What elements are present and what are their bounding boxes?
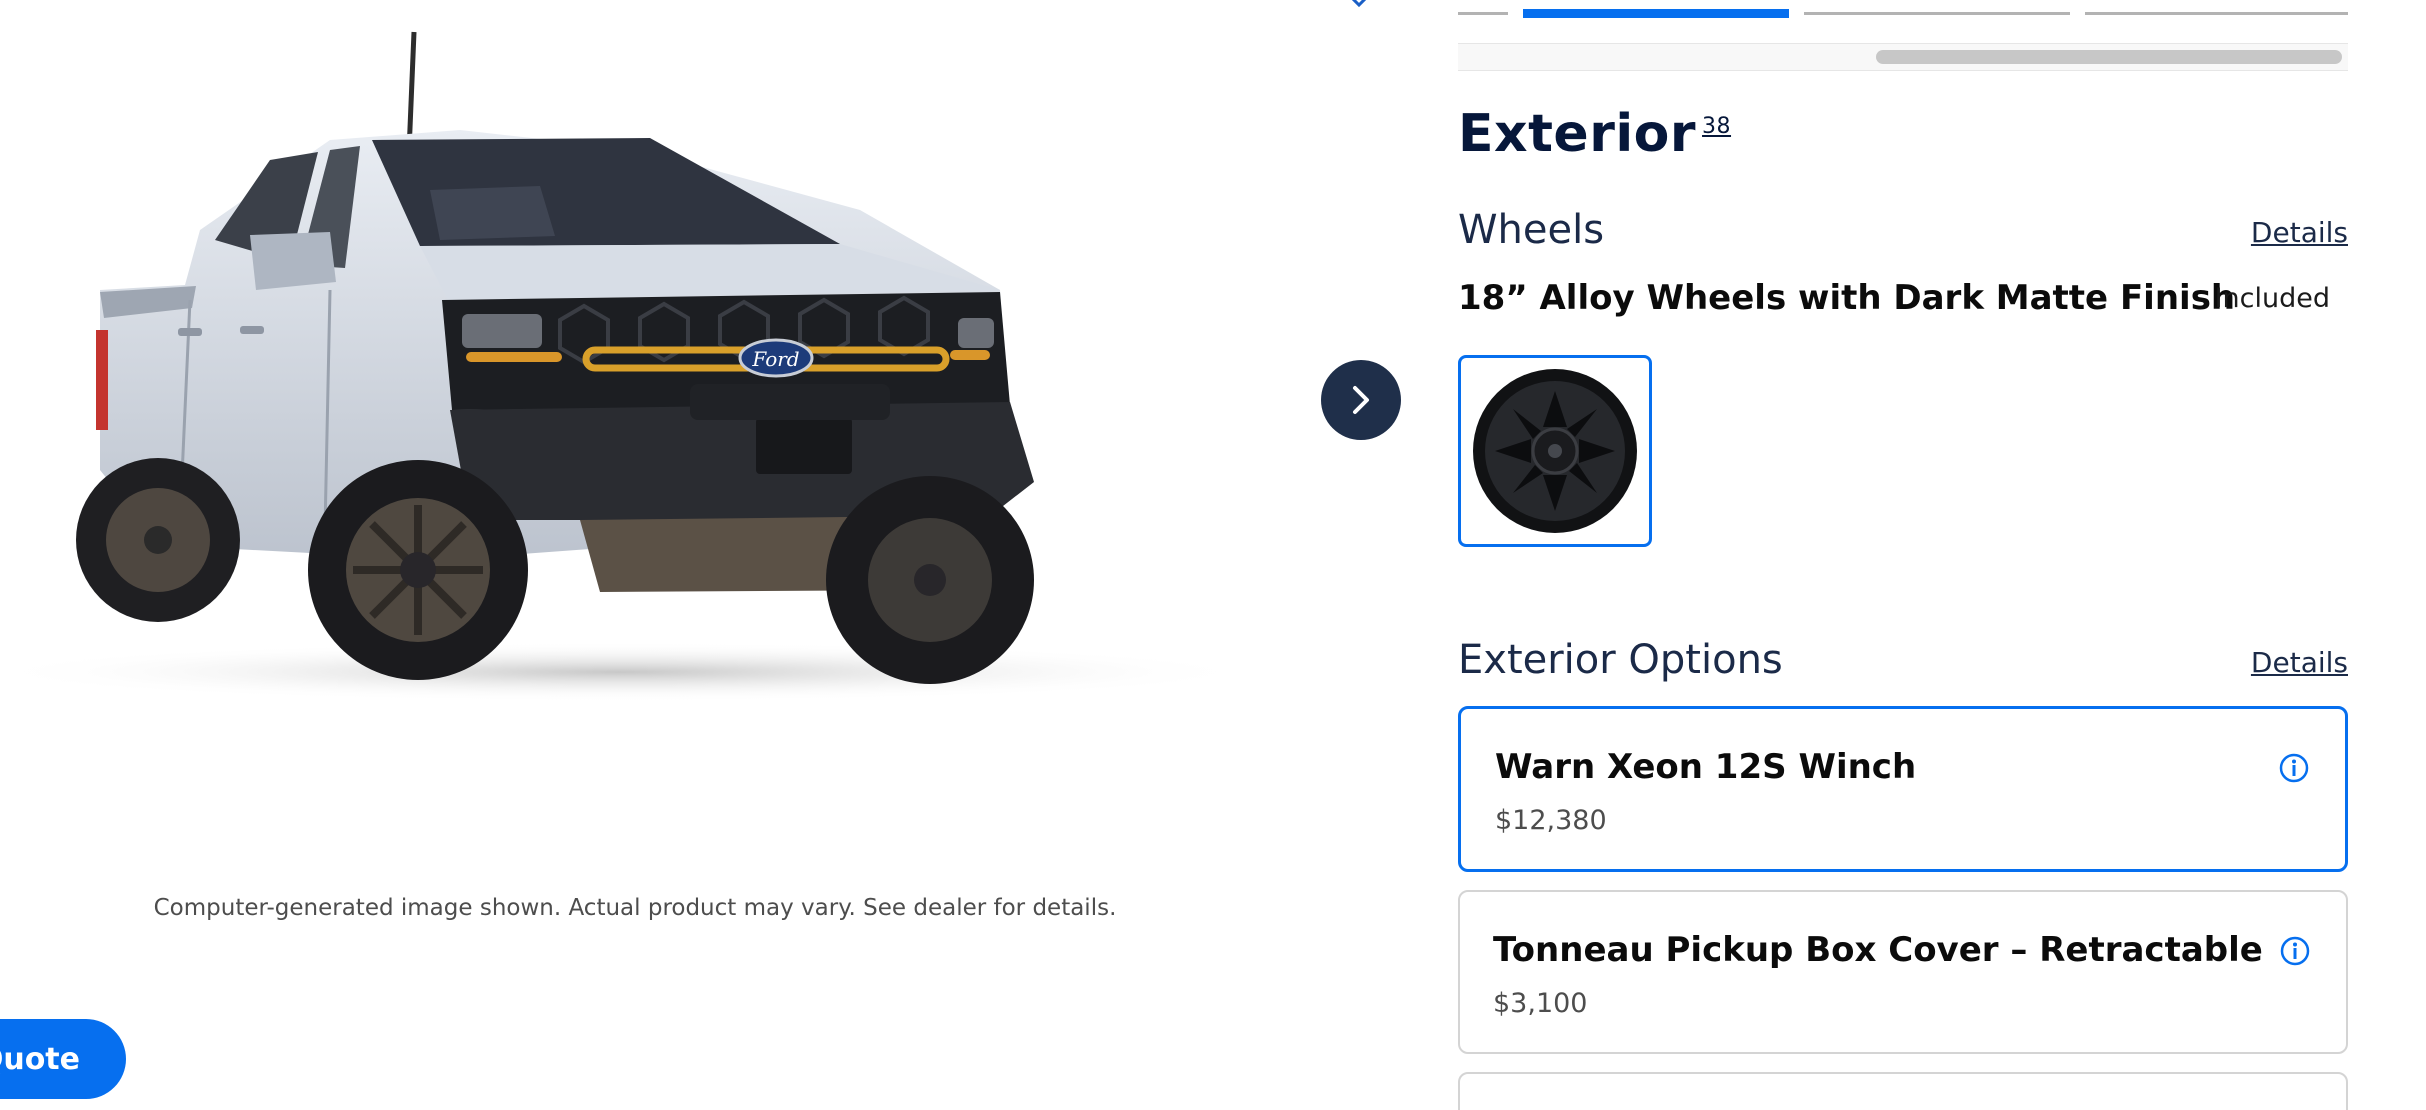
exterior-options-details-link[interactable]: Details — [2251, 646, 2348, 679]
wheel-swatch[interactable] — [1458, 355, 1652, 547]
step-tab[interactable] — [1458, 12, 1508, 15]
wheel-status: Included — [2214, 283, 2330, 314]
info-icon[interactable] — [2279, 753, 2309, 783]
quote-button[interactable]: Quote — [0, 1019, 126, 1099]
option-price: $3,100 — [1493, 988, 1588, 1019]
chevron-right-icon — [1353, 386, 1369, 414]
option-price: $12,380 — [1495, 805, 1607, 836]
option-card-partial[interactable] — [1458, 1072, 2348, 1110]
option-name: Tonneau Pickup Box Cover – Retractable — [1493, 930, 2263, 970]
option-card-tonneau[interactable]: Tonneau Pickup Box Cover – Retractable $… — [1458, 890, 2348, 1054]
chevron-down-icon[interactable] — [1348, 0, 1370, 10]
wheels-details-link[interactable]: Details — [2251, 216, 2348, 249]
image-disclaimer: Computer-generated image shown. Actual p… — [153, 895, 1117, 921]
vehicle-image: Ford — [0, 0, 1320, 720]
step-tab[interactable] — [2085, 12, 2348, 15]
scrollbar-thumb[interactable] — [1876, 50, 2342, 64]
next-image-button[interactable] — [1321, 360, 1401, 440]
wheel-icon — [1473, 369, 1637, 533]
ford-badge-text: Ford — [751, 347, 799, 371]
section-title-text: Exterior — [1458, 104, 1697, 164]
section-title: Exterior 38 — [1458, 104, 1731, 164]
section-count-link[interactable]: 38 — [1702, 114, 1731, 139]
wheels-heading: Wheels — [1458, 207, 1605, 253]
exterior-options-heading: Exterior Options — [1458, 637, 1783, 683]
info-icon[interactable] — [2280, 936, 2310, 966]
vehicle-preview-pane: Ford Computer-generated image shown. Act… — [0, 0, 1420, 1110]
step-tabs — [1458, 0, 2348, 24]
option-card-winch[interactable]: Warn Xeon 12S Winch $12,380 — [1458, 706, 2348, 872]
step-tab[interactable] — [1804, 12, 2070, 15]
selected-wheel-name: 18” Alloy Wheels with Dark Matte Finish — [1458, 278, 2236, 318]
option-name: Warn Xeon 12S Winch — [1495, 747, 1917, 787]
step-tab-active[interactable] — [1523, 9, 1789, 18]
horizontal-scrollbar[interactable] — [1458, 43, 2348, 71]
configurator-pane: Exterior 38 Wheels Details 18” Alloy Whee… — [1458, 0, 2348, 1110]
